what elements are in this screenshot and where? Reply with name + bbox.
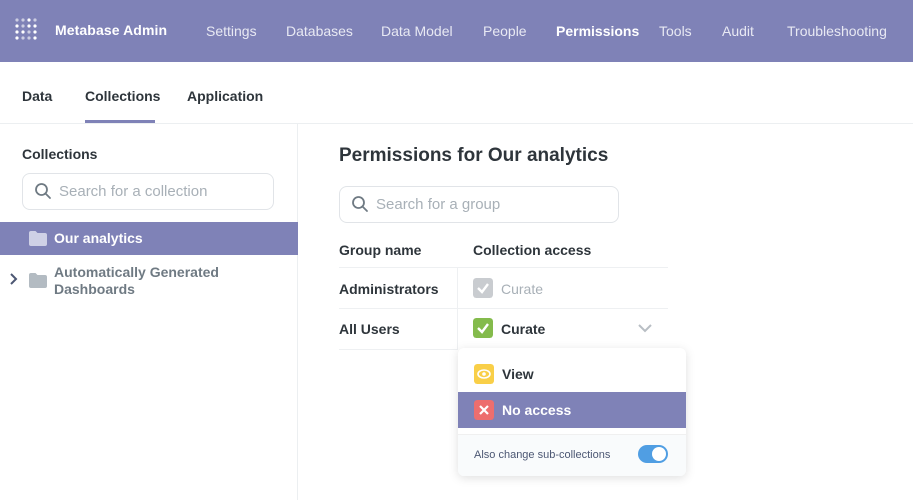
active-tab-indicator (85, 120, 155, 123)
nav-people[interactable]: People (483, 23, 527, 39)
option-view[interactable]: View (458, 356, 686, 392)
nav-tools[interactable]: Tools (659, 23, 692, 39)
curate-check-icon (473, 318, 493, 338)
tab-collections[interactable]: Collections (85, 88, 160, 104)
sub-collections-toggle[interactable] (638, 445, 668, 463)
nav-settings[interactable]: Settings (206, 23, 257, 39)
folder-icon (29, 273, 47, 288)
group-search[interactable] (339, 186, 619, 223)
collection-search-input[interactable] (59, 174, 269, 209)
group-search-input[interactable] (376, 187, 612, 222)
option-no-access[interactable]: No access (458, 392, 686, 428)
access-level-label: Curate (501, 321, 546, 337)
page-title: Permissions for Our analytics (339, 145, 609, 166)
nav-audit[interactable]: Audit (722, 23, 754, 39)
option-label: No access (502, 402, 572, 418)
column-header-group-name: Group name (339, 242, 422, 258)
table-divider (339, 349, 458, 350)
group-name-cell: All Users (339, 321, 400, 337)
collections-sidebar: Collections Our analytics Automatically … (0, 124, 298, 500)
chevron-down-icon[interactable] (638, 324, 652, 333)
sidebar-item-label: Our analytics (54, 230, 143, 246)
tab-application[interactable]: Application (187, 88, 263, 104)
close-icon (474, 400, 494, 420)
brand-title: Metabase Admin (55, 22, 168, 38)
metabase-logo-icon[interactable] (14, 17, 40, 43)
search-icon (35, 183, 51, 199)
table-divider (339, 267, 668, 268)
sub-collections-footer: Also change sub-collections (458, 434, 686, 476)
sidebar-item-auto-dashboards[interactable]: Automatically Generated Dashboards (0, 264, 298, 300)
chevron-right-icon[interactable] (8, 272, 18, 286)
group-name-cell: Administrators (339, 281, 439, 297)
permissions-subtabs: Data Collections Application (0, 62, 913, 124)
nav-permissions[interactable]: Permissions (556, 23, 639, 39)
nav-databases[interactable]: Databases (286, 23, 353, 39)
curate-check-icon (473, 278, 493, 298)
admin-top-nav: Metabase Admin Settings Databases Data M… (0, 0, 913, 62)
column-header-collection-access: Collection access (473, 242, 592, 258)
tab-data[interactable]: Data (22, 88, 52, 104)
table-divider (339, 308, 668, 309)
sidebar-heading: Collections (22, 146, 98, 162)
eye-icon (474, 364, 494, 384)
sidebar-item-our-analytics[interactable]: Our analytics (0, 222, 298, 255)
access-dropdown-menu: View No access Also change sub-collectio… (458, 348, 686, 476)
nav-data-model[interactable]: Data Model (381, 23, 453, 39)
sidebar-item-label: Automatically Generated Dashboards (54, 264, 219, 297)
search-icon (352, 196, 368, 212)
toggle-knob (652, 447, 666, 461)
folder-icon (29, 231, 47, 246)
column-divider (457, 268, 458, 350)
collection-search[interactable] (22, 173, 274, 210)
access-selector[interactable]: Curate (470, 314, 660, 344)
access-level-label: Curate (501, 281, 544, 297)
sub-collections-label: Also change sub-collections (474, 449, 611, 461)
option-label: View (502, 366, 534, 382)
nav-troubleshooting[interactable]: Troubleshooting (787, 23, 887, 39)
